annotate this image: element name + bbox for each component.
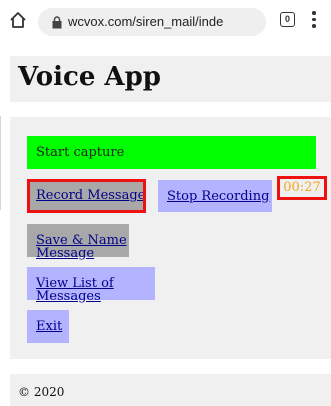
- address-bar[interactable]: wcvox.com/siren_mail/inde: [38, 8, 266, 36]
- tabs-icon[interactable]: 0: [280, 12, 295, 27]
- save-name-message-button[interactable]: Save & Name Message: [27, 224, 129, 260]
- home-icon[interactable]: [8, 10, 28, 30]
- exit-button[interactable]: Exit: [27, 310, 69, 343]
- copyright-text: © 2020: [18, 385, 65, 399]
- stop-recording-button[interactable]: Stop Recording: [158, 180, 272, 212]
- page-title: Voice App: [18, 62, 161, 92]
- start-capture-button[interactable]: Start capture: [27, 136, 316, 169]
- record-message-button[interactable]: Record Message: [27, 179, 146, 213]
- menu-icon[interactable]: [312, 11, 316, 29]
- lock-icon: [52, 16, 62, 29]
- browser-toolbar: wcvox.com/siren_mail/inde 0: [0, 0, 331, 44]
- controls-panel: Start capture Record Message Stop Record…: [10, 117, 331, 359]
- url-text: wcvox.com/siren_mail/inde: [68, 14, 224, 29]
- page-footer: © 2020: [10, 374, 331, 406]
- recording-timer: 00:27: [277, 176, 327, 200]
- app-header: Voice App: [10, 56, 331, 102]
- view-list-button[interactable]: View List of Messages: [27, 267, 155, 303]
- divider: [0, 116, 1, 210]
